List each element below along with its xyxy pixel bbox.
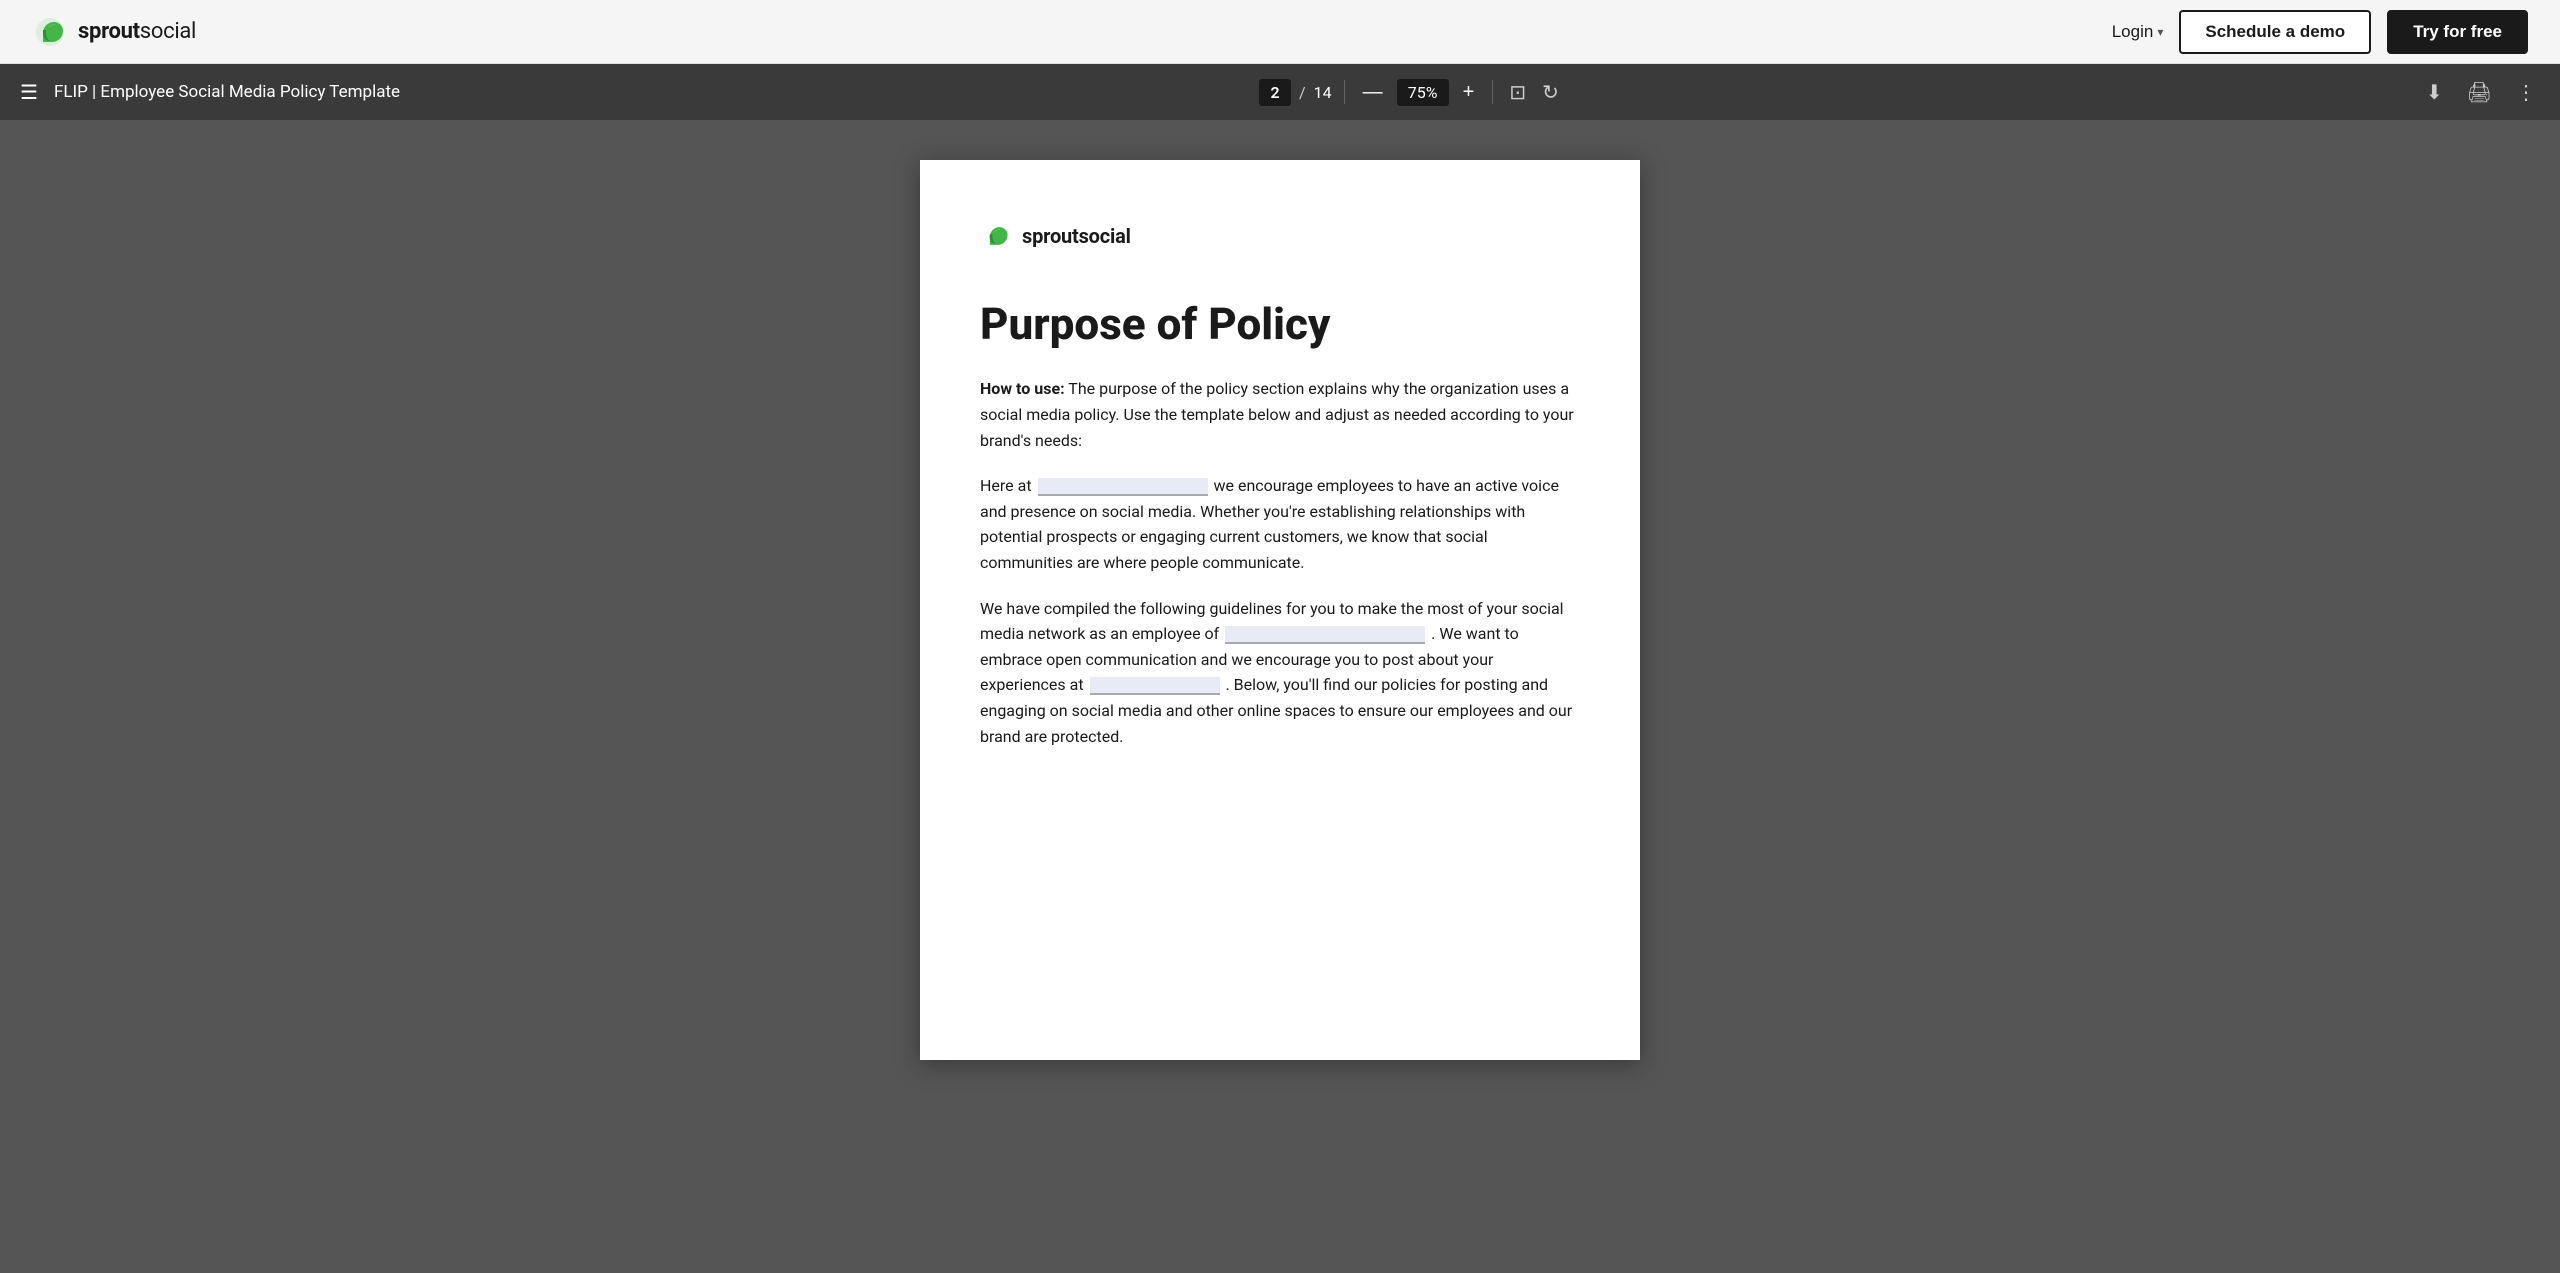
toolbar-right-section: ⬇ 🖨 ⋮ [2422,76,2540,108]
zoom-out-button[interactable]: — [1357,79,1389,106]
logo-area: sproutsocial [32,14,196,50]
zoom-value[interactable]: 75% [1397,79,1449,106]
total-pages: 14 [1314,83,1332,102]
toolbar-left-section: ☰ FLIP | Employee Social Media Policy Te… [20,80,400,104]
document-body: How to use: The purpose of the policy se… [980,376,1580,749]
document-heading: Purpose of Policy [980,300,1580,348]
toolbar-divider-2 [1492,80,1493,104]
para1-before: Here at [980,476,1032,495]
chevron-down-icon: ▾ [2157,25,2163,39]
document-toolbar: ☰ FLIP | Employee Social Media Policy Te… [0,64,2560,120]
download-icon[interactable]: ⬇ [2422,76,2447,108]
document-logo: sproutsocial [980,220,1580,252]
how-to-paragraph: How to use: The purpose of the policy se… [980,376,1580,453]
company-name-field-3[interactable] [1090,677,1220,695]
schedule-demo-button[interactable]: Schedule a demo [2179,10,2371,54]
document-page: sproutsocial Purpose of Policy How to us… [920,160,1640,1060]
company-name-field-2[interactable] [1225,626,1425,644]
document-viewer: sproutsocial Purpose of Policy How to us… [0,120,2560,1273]
hamburger-menu-icon[interactable]: ☰ [20,80,38,104]
toolbar-divider-1 [1344,80,1345,104]
logo-text: sproutsocial [78,19,196,44]
document-title: FLIP | Employee Social Media Policy Temp… [54,82,400,102]
how-to-label: How to use: [980,379,1065,398]
how-to-text: The purpose of the policy section explai… [980,379,1574,449]
page-separator: / [1299,83,1306,102]
doc-logo-text: sproutsocial [1022,224,1131,248]
print-icon[interactable]: 🖨 [2463,76,2496,108]
company-name-field-1[interactable] [1038,478,1208,496]
toolbar-center-section: 2 / 14 — 75% + ⊡ ↻ [1259,76,1563,108]
doc-sprout-logo-icon [980,220,1012,252]
paragraph-1: Here at we encourage employees to have a… [980,473,1580,575]
zoom-in-button[interactable]: + [1457,79,1481,106]
more-options-icon[interactable]: ⋮ [2512,76,2540,108]
current-page-number[interactable]: 2 [1259,79,1291,106]
paragraph-2: We have compiled the following guideline… [980,596,1580,750]
rotate-icon[interactable]: ↻ [1538,76,1563,108]
nav-actions: Login ▾ Schedule a demo Try for free [2112,10,2528,54]
try-free-button[interactable]: Try for free [2387,10,2528,54]
login-button[interactable]: Login ▾ [2112,22,2164,42]
fullscreen-icon[interactable]: ⊡ [1505,76,1530,108]
top-navigation: sproutsocial Login ▾ Schedule a demo Try… [0,0,2560,64]
sprout-social-logo-icon [32,14,68,50]
